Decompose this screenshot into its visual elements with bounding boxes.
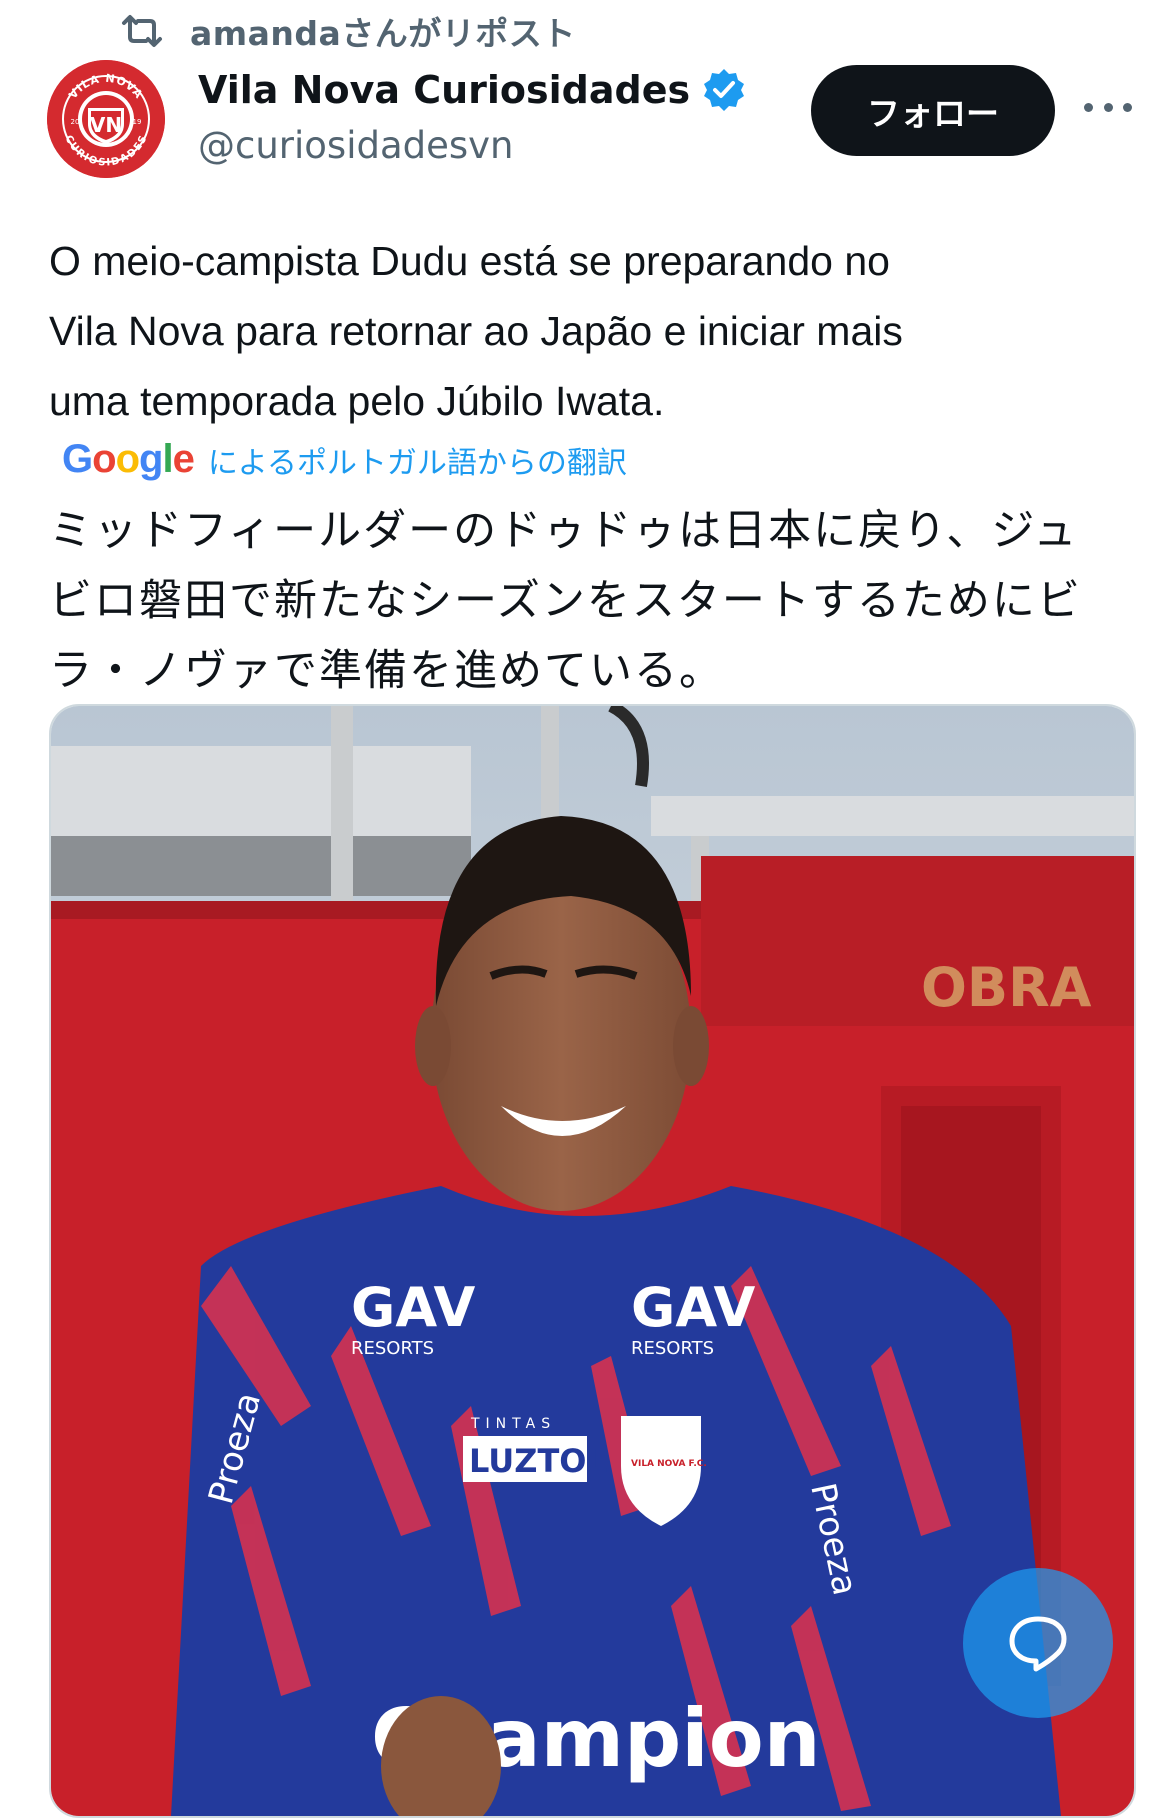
translated-text: ミッドフィールダーのドゥドゥは日本に戻り、ジュ ビロ磐田で新たなシーズンをスター… [49,496,1129,706]
jersey-tintas: TINTAS [470,1416,556,1432]
more-dot [1103,102,1113,112]
more-dot [1084,102,1093,112]
author-handle[interactable]: @curiosidadesvn [198,124,514,167]
more-icon[interactable] [1084,92,1132,122]
jersey-sponsor-left-sub: RESORTS [351,1338,434,1359]
tweet-line: O meio-campista Dudu está se preparando … [49,238,890,284]
google-logo: Google [62,437,195,481]
translated-line: ラ・ノヴァで準備を進めている。 [49,646,724,696]
tweet-line: Vila Nova para retornar ao Japão e inici… [49,308,903,354]
translation-header[interactable]: Google によるポルトガル語からの翻訳 [62,437,627,482]
chat-fab-button[interactable] [963,1568,1113,1718]
banner-text: OBRA [921,956,1092,1019]
author-name-row[interactable]: Vila Nova Curiosidades [198,66,748,114]
display-name[interactable]: Vila Nova Curiosidades [198,68,690,112]
club-logo: VILA NOVA CURIOSIDADES VN 20 19 [47,60,165,178]
repost-icon [122,15,162,47]
tweet-text: O meio-campista Dudu está se preparando … [49,226,1129,436]
jersey-crest-text: VILA NOVA F.C. [631,1459,707,1469]
jersey-sponsor-right: GAV [631,1276,755,1339]
translated-line: ビロ磐田で新たなシーズンをスタートするためにビ [49,576,1082,626]
follow-button[interactable]: フォロー [811,65,1055,156]
logo-text-center: VN [90,113,122,137]
repost-header[interactable]: amandaさんがリポスト [120,8,576,54]
verified-badge-icon [704,69,745,111]
logo-year-right: 19 [133,118,142,126]
logo-year-left: 20 [71,118,80,126]
repost-text: amandaさんがリポスト [190,14,576,53]
jersey-sponsor-left: GAV [351,1276,475,1339]
tweet-line: uma temporada pelo Júbilo Iwata. [49,378,665,424]
avatar[interactable]: VILA NOVA CURIOSIDADES VN 20 19 [47,60,165,178]
jersey-sponsor-right-sub: RESORTS [631,1338,714,1359]
more-dot [1123,102,1132,112]
jersey-luztol: LUZTOL [469,1442,607,1480]
chat-bubble-icon [1009,1616,1067,1672]
translated-line: ミッドフィールダーのドゥドゥは日本に戻り、ジュ [49,506,1079,556]
translation-label[interactable]: によるポルトガル語からの翻訳 [208,438,627,482]
